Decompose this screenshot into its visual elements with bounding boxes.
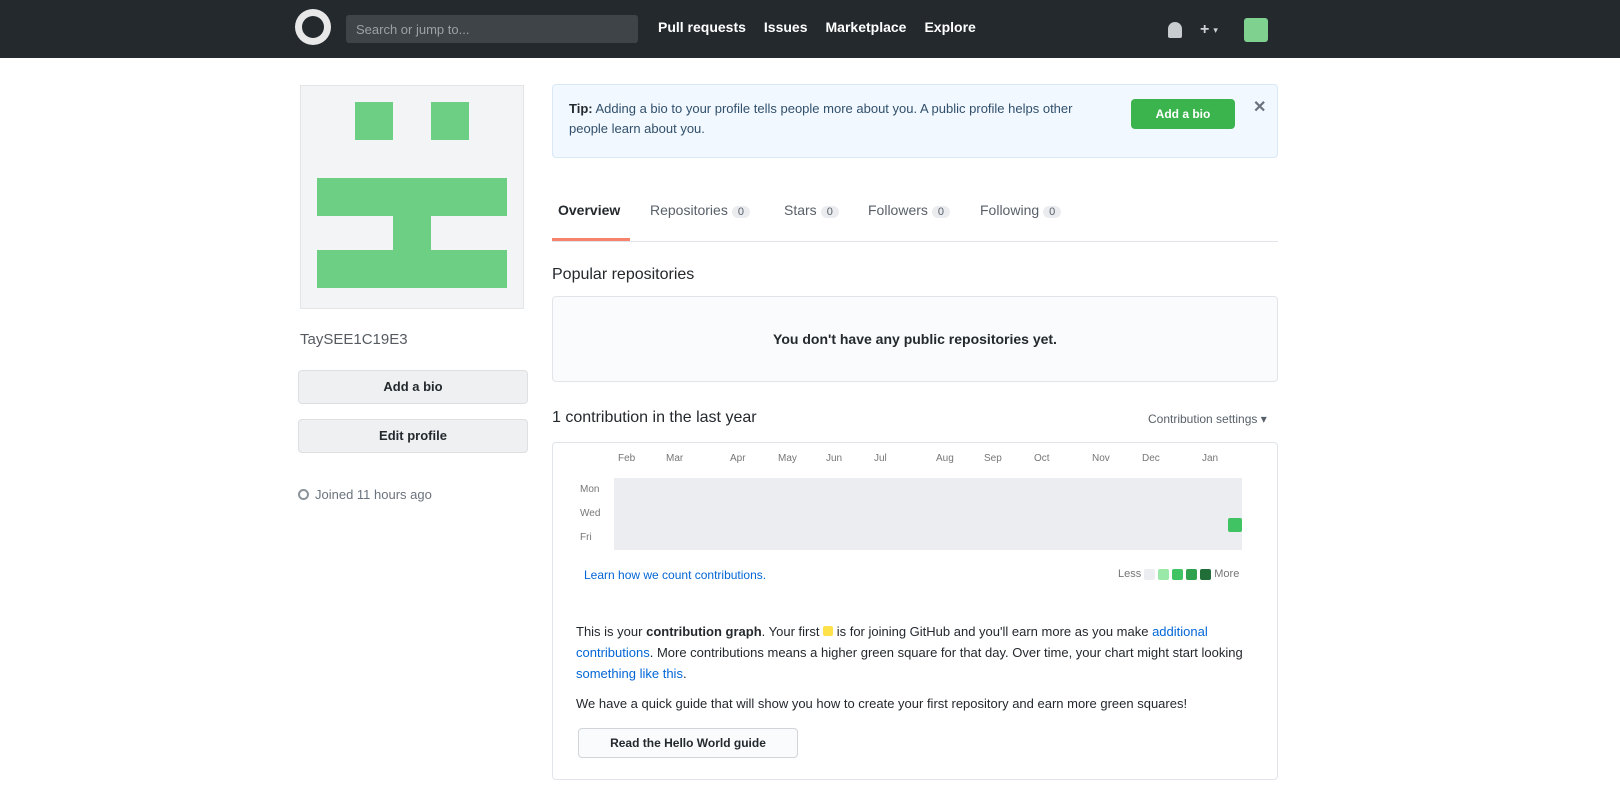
tab-following[interactable]: Following 0 bbox=[980, 202, 1062, 218]
top-header: Pull requests Issues Marketplace Explore… bbox=[0, 0, 1620, 58]
contribution-guide-text: This is your contribution graph. Your fi… bbox=[576, 621, 1256, 684]
month-label: Nov bbox=[1092, 453, 1110, 464]
learn-contributions-link[interactable]: Learn how we count contributions. bbox=[584, 568, 766, 582]
tab-count: 0 bbox=[731, 206, 750, 218]
month-label: Feb bbox=[618, 453, 636, 464]
banner-text: Tip: Adding a bio to your profile tells … bbox=[569, 99, 1109, 139]
bio-tip-banner: Tip: Adding a bio to your profile tells … bbox=[552, 84, 1278, 158]
contributions-title: 1 contribution in the last year bbox=[552, 409, 757, 426]
legend-square bbox=[1144, 568, 1156, 580]
example-chart-link[interactable]: something like this bbox=[576, 666, 683, 681]
nav-pull-requests[interactable]: Pull requests bbox=[658, 19, 746, 35]
bell-icon[interactable] bbox=[1168, 22, 1182, 38]
joined-text: Joined 11 hours ago bbox=[315, 487, 432, 502]
month-label: Sep bbox=[984, 453, 1002, 464]
guide-text-part: . Your first bbox=[761, 624, 820, 639]
month-label: Oct bbox=[1034, 453, 1050, 464]
tab-repositories[interactable]: Repositories 0 bbox=[650, 202, 750, 218]
banner-message: Adding a bio to your profile tells peopl… bbox=[569, 101, 1073, 136]
month-label: Jan bbox=[1202, 453, 1219, 464]
month-label: Apr bbox=[730, 453, 746, 464]
popular-repos-title: Popular repositories bbox=[552, 266, 695, 283]
tab-count: 0 bbox=[1043, 206, 1062, 218]
month-label: Aug bbox=[936, 453, 954, 464]
month-label: Mar bbox=[666, 453, 684, 464]
month-label: Jul bbox=[874, 453, 887, 464]
legend-square bbox=[1172, 568, 1184, 580]
legend-square bbox=[1200, 568, 1212, 580]
banner-add-bio-button[interactable]: Add a bio bbox=[1131, 99, 1235, 129]
header-actions: + ▾ bbox=[1168, 18, 1268, 42]
nav-marketplace[interactable]: Marketplace bbox=[826, 19, 907, 35]
guide-text-part: This is your bbox=[576, 624, 643, 639]
plus-icon[interactable]: + bbox=[1200, 21, 1209, 39]
tab-label: Overview bbox=[558, 202, 621, 218]
tab-label: Repositories bbox=[650, 202, 728, 218]
tab-stars[interactable]: Stars 0 bbox=[784, 202, 839, 218]
guide-text-secondary: We have a quick guide that will show you… bbox=[576, 696, 1188, 711]
month-label: May bbox=[778, 453, 797, 464]
close-icon[interactable]: ✕ bbox=[1253, 97, 1266, 117]
nav-explore[interactable]: Explore bbox=[924, 19, 975, 35]
day-label: Fri bbox=[580, 532, 592, 543]
tab-count: 0 bbox=[931, 206, 951, 218]
add-bio-button[interactable]: Add a bio bbox=[298, 370, 528, 404]
nav-issues[interactable]: Issues bbox=[764, 19, 808, 35]
guide-text-part: . bbox=[682, 666, 687, 681]
active-tab-indicator bbox=[552, 238, 630, 241]
edit-profile-button[interactable]: Edit profile bbox=[298, 419, 528, 453]
guide-text-part: . More contributions means a higher gree… bbox=[649, 645, 1243, 660]
tab-overview[interactable]: Overview bbox=[558, 202, 620, 218]
tab-count: 0 bbox=[820, 206, 839, 218]
avatar[interactable] bbox=[1243, 18, 1268, 42]
day-label: Wed bbox=[580, 508, 601, 519]
main-nav: Pull requests Issues Marketplace Explore bbox=[658, 19, 976, 35]
month-label: Jun bbox=[826, 453, 843, 464]
graph-legend: Less More bbox=[1118, 568, 1239, 580]
search-input[interactable] bbox=[346, 15, 638, 43]
legend-square bbox=[1186, 568, 1198, 580]
profile-tabs: Overview Repositories 0 Stars 0 Followers 0… bbox=[552, 196, 1278, 242]
contribution-cell[interactable] bbox=[1228, 518, 1242, 532]
banner-lead: Tip: bbox=[569, 101, 593, 116]
contribution-settings-dropdown[interactable]: Contribution settings ▾ bbox=[1148, 412, 1267, 426]
day-label: Mon bbox=[580, 484, 600, 495]
chevron-down-icon[interactable]: ▾ bbox=[1213, 25, 1218, 36]
month-label: Dec bbox=[1142, 453, 1160, 464]
square-icon bbox=[823, 626, 834, 636]
tab-label: Stars bbox=[784, 202, 817, 218]
tab-label: Following bbox=[980, 202, 1040, 218]
guide-text-bold: contribution graph bbox=[646, 624, 762, 639]
legend-square bbox=[1158, 568, 1170, 580]
contribution-grid bbox=[614, 478, 1242, 550]
github-logo-icon[interactable] bbox=[295, 9, 331, 45]
joined-info: Joined 11 hours ago bbox=[298, 487, 432, 502]
profile-username: TaySEE1C19E3 bbox=[300, 331, 408, 348]
tab-followers[interactable]: Followers 0 bbox=[868, 202, 951, 218]
guide-text-part: is for joining GitHub and you'll earn mo… bbox=[836, 624, 1149, 639]
legend-more: More bbox=[1214, 568, 1240, 580]
tab-label: Followers bbox=[868, 202, 928, 218]
graph-months: Feb Mar Apr May Jun Jul Aug Sep Oct Nov … bbox=[618, 453, 1258, 467]
empty-repos-message: You don't have any public repositories y… bbox=[552, 296, 1278, 382]
hello-world-guide-button[interactable]: Read the Hello World guide bbox=[578, 728, 798, 758]
legend-less: Less bbox=[1118, 568, 1142, 580]
clock-icon bbox=[298, 489, 309, 500]
profile-identicon[interactable] bbox=[300, 85, 524, 309]
